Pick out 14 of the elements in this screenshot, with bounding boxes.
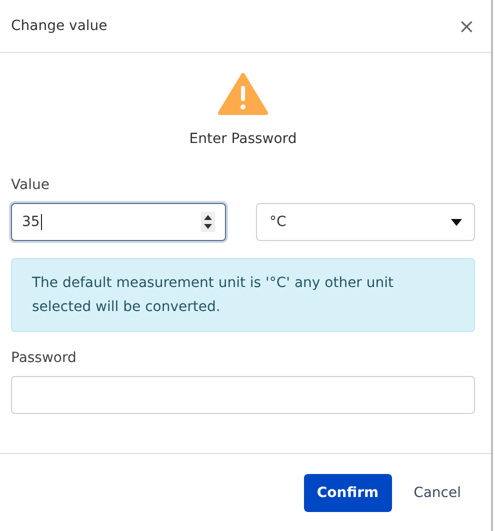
unit-dropdown[interactable]: °C <box>256 203 475 241</box>
info-alert: The default measurement unit is '°C' any other unit selected will be converted. <box>11 258 475 332</box>
value-input[interactable]: 35 <box>11 203 226 241</box>
prompt-text: Enter Password <box>189 131 297 147</box>
field-label: Password <box>11 350 78 366</box>
field-label: Value <box>11 177 50 193</box>
dialog-title: Change value <box>11 18 108 34</box>
caret-icon <box>451 218 462 226</box>
close-button[interactable]: × <box>458 16 475 36</box>
confirm-button[interactable]: Confirm <box>304 474 392 512</box>
password-input[interactable] <box>11 376 475 414</box>
cancel-button[interactable]: Cancel <box>414 474 461 512</box>
spinner-icon[interactable] <box>200 212 214 232</box>
warning-icon <box>218 73 268 115</box>
